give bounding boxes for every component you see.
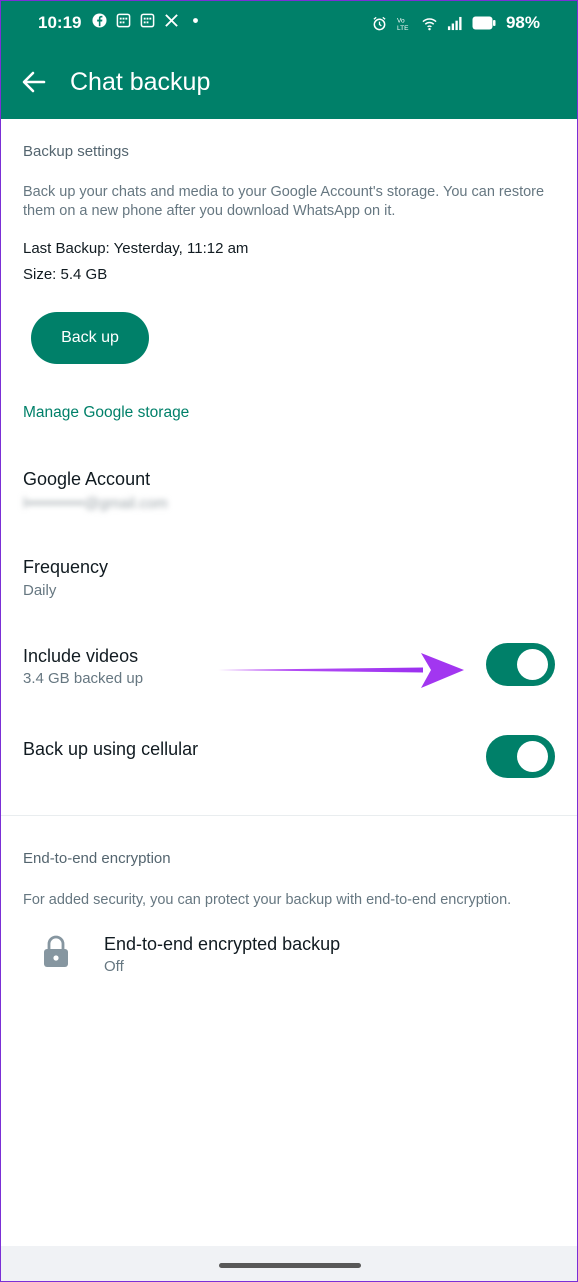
- status-time: 10:19: [38, 13, 82, 32]
- manage-google-storage-link[interactable]: Manage Google storage: [23, 404, 189, 422]
- back-arrow-icon[interactable]: [18, 66, 50, 98]
- svg-text:Vo: Vo: [397, 17, 405, 24]
- backup-description: Back up your chats and media to your Goo…: [23, 184, 545, 219]
- frequency-title: Frequency: [23, 557, 109, 577]
- annotation-arrow-icon: [218, 653, 464, 688]
- encryption-description: For added security, you can protect your…: [23, 892, 512, 908]
- include-videos-size: 3.4 GB backed up: [23, 670, 144, 687]
- gesture-nav-bar: [0, 1246, 578, 1282]
- wifi-icon: [422, 17, 437, 30]
- signal-icon: [447, 16, 462, 30]
- google-account-email: l•••••••••••@gmail.com: [23, 495, 168, 512]
- status-bar: 10:19 Vo LTE 98%: [0, 0, 578, 46]
- frequency-row[interactable]: Frequency Daily: [0, 545, 578, 615]
- calendar-icon: [116, 13, 131, 28]
- svg-text:LTE: LTE: [397, 25, 409, 31]
- cellular-backup-title: Back up using cellular: [23, 739, 199, 759]
- backup-settings-heading: Backup settings: [23, 143, 129, 160]
- section-divider: [0, 815, 578, 816]
- facebook-icon: [92, 13, 107, 28]
- frequency-value: Daily: [23, 582, 57, 599]
- include-videos-toggle[interactable]: [486, 643, 555, 686]
- status-notification-icons: [92, 13, 203, 28]
- cellular-backup-toggle[interactable]: [486, 735, 555, 778]
- page-title: Chat backup: [70, 68, 211, 96]
- dot-icon: [193, 18, 198, 23]
- battery-icon: [472, 16, 496, 30]
- lock-icon: [44, 935, 68, 967]
- encrypted-backup-row[interactable]: End-to-end encrypted backup Off: [0, 920, 578, 985]
- toggle-knob: [517, 649, 548, 680]
- calendar-icon: [140, 13, 155, 28]
- include-videos-title: Include videos: [23, 646, 139, 666]
- x-icon: [165, 14, 178, 27]
- google-account-row[interactable]: Google Account l•••••••••••@gmail.com: [0, 455, 578, 530]
- encryption-heading: End-to-end encryption: [23, 850, 171, 867]
- app-bar: Chat backup: [0, 46, 578, 119]
- backup-size-text: Size: 5.4 GB: [23, 266, 108, 283]
- alarm-icon: [373, 16, 386, 30]
- status-system-icons: Vo LTE 98%: [372, 13, 540, 33]
- gesture-handle[interactable]: [219, 1263, 361, 1268]
- battery-percent: 98%: [505, 13, 540, 32]
- last-backup-text: Last Backup: Yesterday, 11:12 am: [23, 240, 249, 257]
- back-up-button[interactable]: Back up: [31, 312, 149, 364]
- volte-icon: VoLTE: [397, 17, 409, 31]
- encrypted-backup-title: End-to-end encrypted backup: [104, 934, 341, 954]
- toggle-knob: [517, 741, 548, 772]
- google-account-title: Google Account: [23, 469, 151, 489]
- encrypted-backup-status: Off: [104, 958, 124, 975]
